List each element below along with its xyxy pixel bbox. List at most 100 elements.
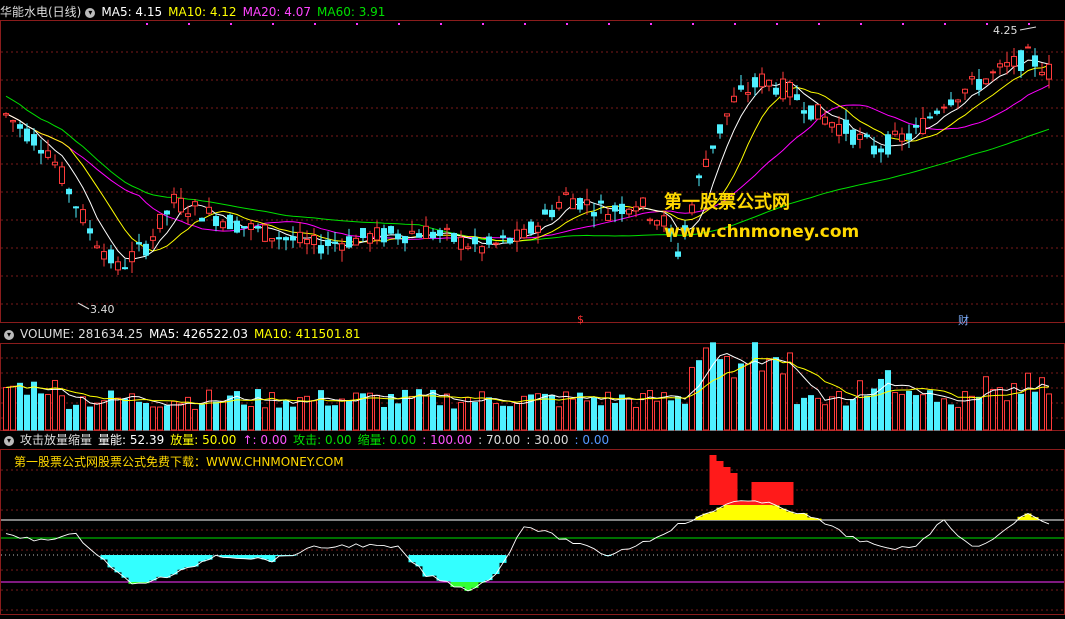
candle-body xyxy=(718,125,723,133)
volume-bar xyxy=(998,388,1003,430)
signal-dot xyxy=(692,23,694,25)
volume-bar xyxy=(571,399,576,430)
candle-body xyxy=(802,111,807,113)
candle-body xyxy=(921,118,926,133)
candle-body xyxy=(18,125,23,129)
candle-body xyxy=(746,93,751,95)
candle-body xyxy=(361,228,366,237)
volume-bar xyxy=(60,396,65,430)
candle-body xyxy=(704,159,709,166)
candle-body xyxy=(158,214,163,228)
chart-canvas[interactable]: 3.404.25 xyxy=(0,0,1065,616)
volume-bar xyxy=(1047,394,1052,430)
volume-bar xyxy=(718,360,723,430)
candle-body xyxy=(886,135,891,154)
volume-bar xyxy=(844,406,849,430)
candle-body xyxy=(970,77,975,79)
candle-body xyxy=(830,123,835,127)
candle-body xyxy=(508,238,513,243)
price-header: 华能水电(日线)▾MA5: 4.15MA10: 4.12MA20: 4.07MA… xyxy=(0,4,391,21)
volume-bar xyxy=(32,382,37,430)
volume-bar xyxy=(634,407,639,430)
ma5-label: MA5: 4.15 xyxy=(101,5,162,19)
candle-body xyxy=(179,198,184,212)
shrink-bar xyxy=(101,555,108,560)
candle-body xyxy=(32,135,37,145)
expand-bar xyxy=(766,505,773,520)
volume-bar xyxy=(291,407,296,430)
volume-bar xyxy=(648,391,653,430)
volume-bar xyxy=(11,386,16,430)
attack-bar xyxy=(787,482,794,505)
candle-body xyxy=(928,117,933,118)
volume-bar xyxy=(886,371,891,430)
chevron-down-icon[interactable]: ▾ xyxy=(4,436,14,446)
candle-body xyxy=(774,88,779,94)
chevron-down-icon[interactable]: ▾ xyxy=(4,330,14,340)
volume-bar xyxy=(802,398,807,430)
chevron-down-icon[interactable]: ▾ xyxy=(85,8,95,18)
volume-bar xyxy=(977,397,982,430)
candle-body xyxy=(578,199,583,210)
candle-body xyxy=(550,210,555,216)
candle-body xyxy=(116,262,121,270)
chart-stage[interactable]: 3.404.25 华能水电(日线)▾MA5: 4.15MA10: 4.12MA2… xyxy=(0,0,1065,616)
volume-bar xyxy=(739,364,744,430)
signal-dot xyxy=(524,23,526,25)
volume-bar xyxy=(795,405,800,430)
volume-bar xyxy=(1033,392,1038,430)
volume-bar xyxy=(900,394,905,430)
signal-dot xyxy=(482,23,484,25)
volume-bar xyxy=(207,390,212,430)
level-0-label: : 0.00 xyxy=(575,433,610,447)
volume-bar xyxy=(774,358,779,430)
candle-body xyxy=(74,207,79,208)
high-price-label: 4.25 xyxy=(993,24,1018,37)
suoliang-label: 缩量: 0.00 xyxy=(358,433,417,447)
candle-body xyxy=(865,135,870,137)
volume-bar xyxy=(193,409,198,430)
candle-body xyxy=(375,228,380,240)
candle-body xyxy=(277,238,282,239)
candle-body xyxy=(900,134,905,141)
attack-bar xyxy=(710,455,717,505)
candle-body xyxy=(753,78,758,87)
attack-bar xyxy=(766,482,773,505)
candle-body xyxy=(1033,56,1038,66)
up-label: ↑: 0.00 xyxy=(242,433,287,447)
volume-bar xyxy=(970,396,975,430)
candle-body xyxy=(368,234,373,244)
candle-body xyxy=(592,213,597,216)
candle-body xyxy=(249,224,254,230)
candle-body xyxy=(172,194,177,202)
volume-bar xyxy=(242,405,247,430)
volume-bar xyxy=(515,403,520,430)
expand-bar xyxy=(731,505,738,520)
volume-bar xyxy=(81,397,86,430)
indicator-name: 攻击放量缩量 xyxy=(20,433,92,447)
candle-body xyxy=(347,237,352,247)
strong-shrink-bar xyxy=(472,582,479,588)
volume-bar xyxy=(753,343,758,430)
candle-body xyxy=(46,151,51,158)
shrink-bar xyxy=(451,555,458,582)
candle-body xyxy=(487,237,492,244)
signal-dot xyxy=(230,23,232,25)
candle-body xyxy=(410,231,415,233)
candle-body xyxy=(67,189,72,193)
candle-body xyxy=(893,131,898,134)
candle-body xyxy=(354,238,359,245)
candle-body xyxy=(11,121,16,122)
volume-bar xyxy=(221,401,226,430)
candle-body xyxy=(480,247,485,253)
candle-body xyxy=(130,252,135,262)
candle-body xyxy=(137,243,142,244)
candle-body xyxy=(543,210,548,214)
volume-bar xyxy=(725,356,730,430)
attack-bar xyxy=(717,461,724,505)
volume-bar xyxy=(1019,394,1024,430)
volume-bar xyxy=(942,399,947,430)
volume-bar xyxy=(907,391,912,430)
expand-bar xyxy=(745,505,752,520)
volume-bar xyxy=(809,396,814,430)
